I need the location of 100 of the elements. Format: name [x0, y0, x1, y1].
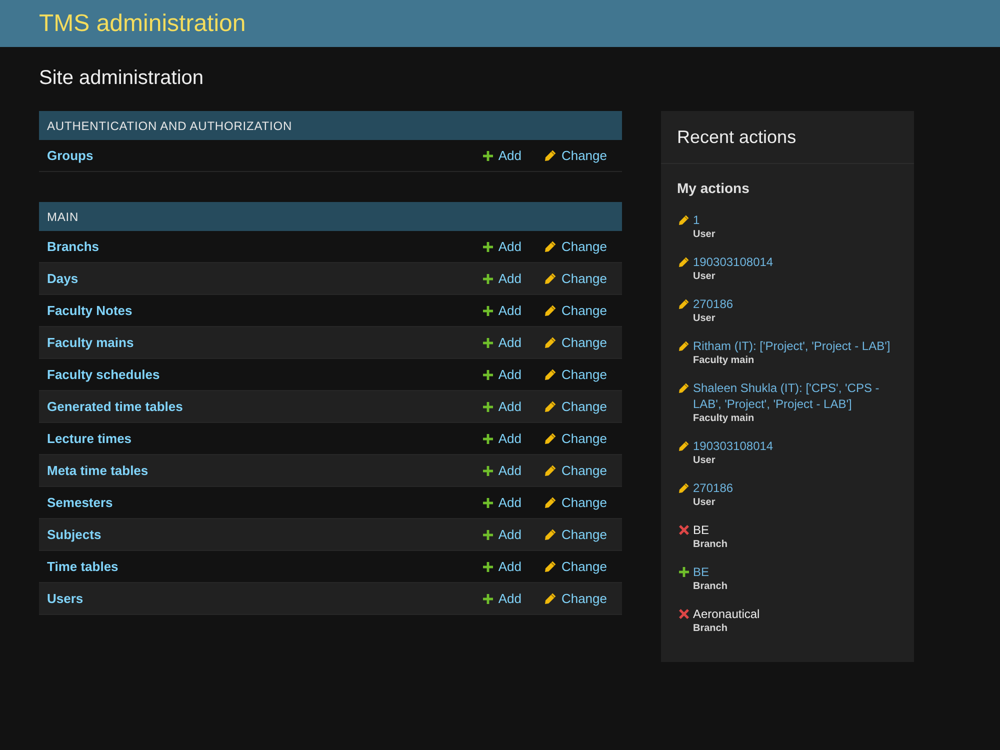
pencil-icon	[545, 369, 556, 380]
pencil-icon	[545, 561, 556, 572]
close-icon	[679, 525, 689, 535]
model-link[interactable]: Lecture times	[47, 431, 484, 446]
add-link[interactable]: Add	[483, 591, 522, 606]
action-type-text: User	[693, 228, 716, 242]
action-object-text: Aeronautical	[693, 606, 761, 622]
add-link[interactable]: Add	[483, 463, 522, 478]
pencil-icon	[545, 305, 556, 316]
page-title: Site administration	[39, 67, 205, 89]
add-link[interactable]: Add	[483, 559, 522, 574]
action-type-text: Branch	[693, 580, 728, 594]
pencil-icon	[545, 529, 556, 540]
model-link[interactable]: Faculty schedules	[47, 367, 484, 382]
action-type-text: Faculty main	[693, 354, 756, 368]
action-object-text: BE	[693, 522, 710, 538]
plus-icon	[483, 562, 494, 572]
plus-icon	[483, 306, 494, 316]
model-link[interactable]: Generated time tables	[47, 399, 484, 414]
add-link[interactable]: Add	[483, 431, 522, 446]
action-type-text: Branch	[693, 538, 728, 552]
plus-icon	[483, 150, 494, 160]
pencil-icon	[679, 483, 689, 493]
action-type-text: User	[693, 312, 716, 326]
action-object-link[interactable]: BE	[693, 564, 904, 580]
change-link[interactable]: Change	[545, 559, 607, 574]
model-link[interactable]: Faculty mains	[47, 335, 484, 350]
pencil-icon	[679, 257, 689, 267]
pencil-icon	[679, 215, 689, 225]
action-type-text: User	[693, 496, 716, 510]
action-object-link[interactable]: Shaleen Shukla (IT): ['CPS', 'CPS - LAB', 'Project', 'Project - LAB']	[693, 380, 904, 412]
action-type-text: Branch	[693, 622, 728, 636]
pencil-icon	[679, 383, 689, 393]
change-link[interactable]: Change	[545, 367, 607, 382]
pencil-icon	[545, 273, 556, 284]
section-caption: AUTHENTICATION AND AUTHORIZATION	[39, 111, 622, 140]
action-object-link[interactable]: 270186	[693, 480, 904, 496]
site-title-link[interactable]: TMS administration	[39, 10, 246, 38]
plus-icon	[483, 594, 494, 604]
pencil-icon	[545, 497, 556, 508]
add-link[interactable]: Add	[483, 303, 522, 318]
model-link[interactable]: Meta time tables	[47, 463, 484, 478]
add-link[interactable]: Add	[483, 527, 522, 542]
action-object-link[interactable]: 190303108014	[693, 254, 904, 270]
panel-subtitle: My actions	[677, 179, 750, 197]
pencil-icon	[545, 433, 556, 444]
plus-icon	[679, 567, 689, 577]
action-object-link[interactable]: 270186	[693, 296, 904, 312]
change-link[interactable]: Change	[545, 495, 607, 510]
add-link[interactable]: Add	[483, 148, 522, 163]
add-link[interactable]: Add	[483, 335, 522, 350]
change-link[interactable]: Change	[545, 399, 607, 414]
section-caption: MAIN	[39, 202, 622, 231]
model-link[interactable]: Days	[47, 271, 484, 286]
action-type-text: User	[693, 270, 716, 284]
change-link[interactable]: Change	[545, 463, 607, 478]
change-link[interactable]: Change	[545, 335, 607, 350]
panel-title: Recent actions	[661, 111, 914, 164]
model-link[interactable]: Faculty Notes	[47, 303, 484, 318]
action-object-link[interactable]: 1	[693, 212, 904, 228]
action-type-text: User	[693, 454, 716, 468]
pencil-icon	[545, 465, 556, 476]
change-link[interactable]: Change	[545, 431, 607, 446]
change-link[interactable]: Change	[545, 239, 607, 254]
plus-icon	[483, 434, 494, 444]
pencil-icon	[679, 441, 689, 451]
add-link[interactable]: Add	[483, 271, 522, 286]
plus-icon	[483, 466, 494, 476]
model-link[interactable]: Users	[47, 591, 484, 606]
action-object-link[interactable]: Ritham (IT): ['Project', 'Project - LAB']	[693, 338, 904, 354]
add-link[interactable]: Add	[483, 399, 522, 414]
change-link[interactable]: Change	[545, 303, 607, 318]
model-link[interactable]: Branchs	[47, 239, 484, 254]
close-icon	[679, 609, 689, 619]
model-link[interactable]: Subjects	[47, 527, 484, 542]
change-link[interactable]: Change	[545, 148, 607, 163]
action-object-link[interactable]: 190303108014	[693, 438, 904, 454]
action-type-text: Faculty main	[693, 412, 756, 426]
change-link[interactable]: Change	[545, 271, 607, 286]
change-link[interactable]: Change	[545, 591, 607, 606]
add-link[interactable]: Add	[483, 367, 522, 382]
pencil-icon	[545, 241, 556, 252]
pencil-icon	[679, 299, 689, 309]
pencil-icon	[545, 337, 556, 348]
model-link[interactable]: Groups	[47, 148, 484, 163]
add-link[interactable]: Add	[483, 239, 522, 254]
add-link[interactable]: Add	[483, 495, 522, 510]
pencil-icon	[545, 150, 556, 161]
pencil-icon	[545, 593, 556, 604]
plus-icon	[483, 530, 494, 540]
model-link[interactable]: Time tables	[47, 559, 484, 574]
plus-icon	[483, 274, 494, 284]
plus-icon	[483, 370, 494, 380]
change-link[interactable]: Change	[545, 527, 607, 542]
plus-icon	[483, 242, 494, 252]
pencil-icon	[679, 341, 689, 351]
pencil-icon	[545, 401, 556, 412]
plus-icon	[483, 498, 494, 508]
plus-icon	[483, 402, 494, 412]
model-link[interactable]: Semesters	[47, 495, 484, 510]
